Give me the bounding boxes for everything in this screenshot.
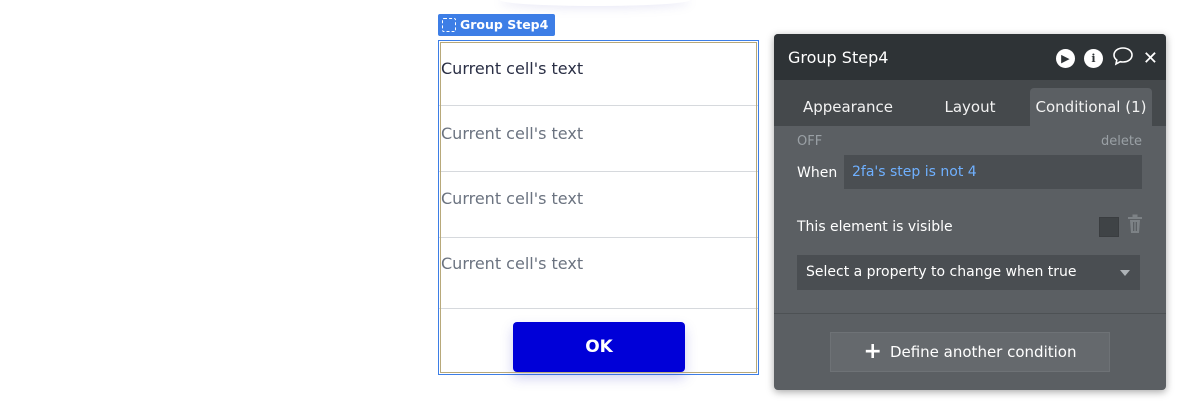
tab-appearance[interactable]: Appearance bbox=[788, 88, 908, 126]
panel-tabs: Appearance Layout Conditional (1) bbox=[774, 80, 1166, 126]
repeating-cell[interactable]: Current cell's text bbox=[439, 173, 758, 238]
repeating-cell[interactable]: Current cell's text bbox=[439, 239, 758, 309]
group-step4-element[interactable]: Current cell's text Current cell's text … bbox=[438, 40, 759, 375]
cell-text: Current cell's text bbox=[441, 124, 584, 143]
cell-text: Current cell's text bbox=[441, 254, 584, 273]
divider bbox=[774, 313, 1166, 314]
panel-header: Group Step4 ▶ i ✕ bbox=[774, 34, 1166, 80]
close-icon[interactable]: ✕ bbox=[1143, 48, 1158, 69]
tab-layout[interactable]: Layout bbox=[924, 88, 1016, 126]
play-icon[interactable]: ▶ bbox=[1055, 49, 1075, 68]
visible-checkbox[interactable] bbox=[1099, 217, 1119, 237]
panel-title: Group Step4 bbox=[788, 47, 889, 67]
condition-status: OFF bbox=[797, 134, 823, 149]
header-icons: ▶ i ✕ bbox=[1055, 46, 1158, 71]
chevron-down-icon bbox=[1120, 270, 1130, 276]
plus-icon: + bbox=[863, 339, 882, 364]
group-dashed-icon bbox=[442, 18, 456, 32]
visible-property-label: This element is visible bbox=[797, 219, 953, 235]
tab-conditional[interactable]: Conditional (1) bbox=[1030, 88, 1152, 126]
repeating-cell[interactable]: Current cell's text bbox=[439, 107, 758, 172]
comment-icon[interactable] bbox=[1112, 46, 1134, 71]
ok-button-area: OK bbox=[439, 308, 758, 374]
repeating-cell[interactable]: Current cell's text bbox=[439, 41, 758, 106]
property-select-text: Select a property to change when true bbox=[806, 264, 1077, 280]
when-label: When bbox=[797, 165, 838, 181]
group-label-tag[interactable]: Group Step4 bbox=[438, 14, 556, 36]
cell-text: Current cell's text bbox=[441, 189, 584, 208]
property-select-dropdown[interactable]: Select a property to change when true bbox=[797, 255, 1140, 290]
delete-condition-link[interactable]: delete bbox=[1101, 134, 1142, 149]
shadow-hint bbox=[500, 0, 690, 6]
when-expression-field[interactable]: 2fa's step is not 4 bbox=[844, 155, 1142, 189]
define-another-label: Define another condition bbox=[889, 343, 1077, 361]
info-icon[interactable]: i bbox=[1083, 49, 1103, 68]
define-another-condition-button[interactable]: + Define another condition bbox=[830, 332, 1110, 372]
property-editor-panel: Group Step4 ▶ i ✕ Appearance Layout Cond… bbox=[774, 34, 1166, 390]
trash-icon[interactable] bbox=[1127, 214, 1143, 234]
cell-text: Current cell's text bbox=[441, 59, 584, 78]
ok-button[interactable]: OK bbox=[513, 322, 685, 372]
group-tag-text: Group Step4 bbox=[460, 17, 549, 32]
